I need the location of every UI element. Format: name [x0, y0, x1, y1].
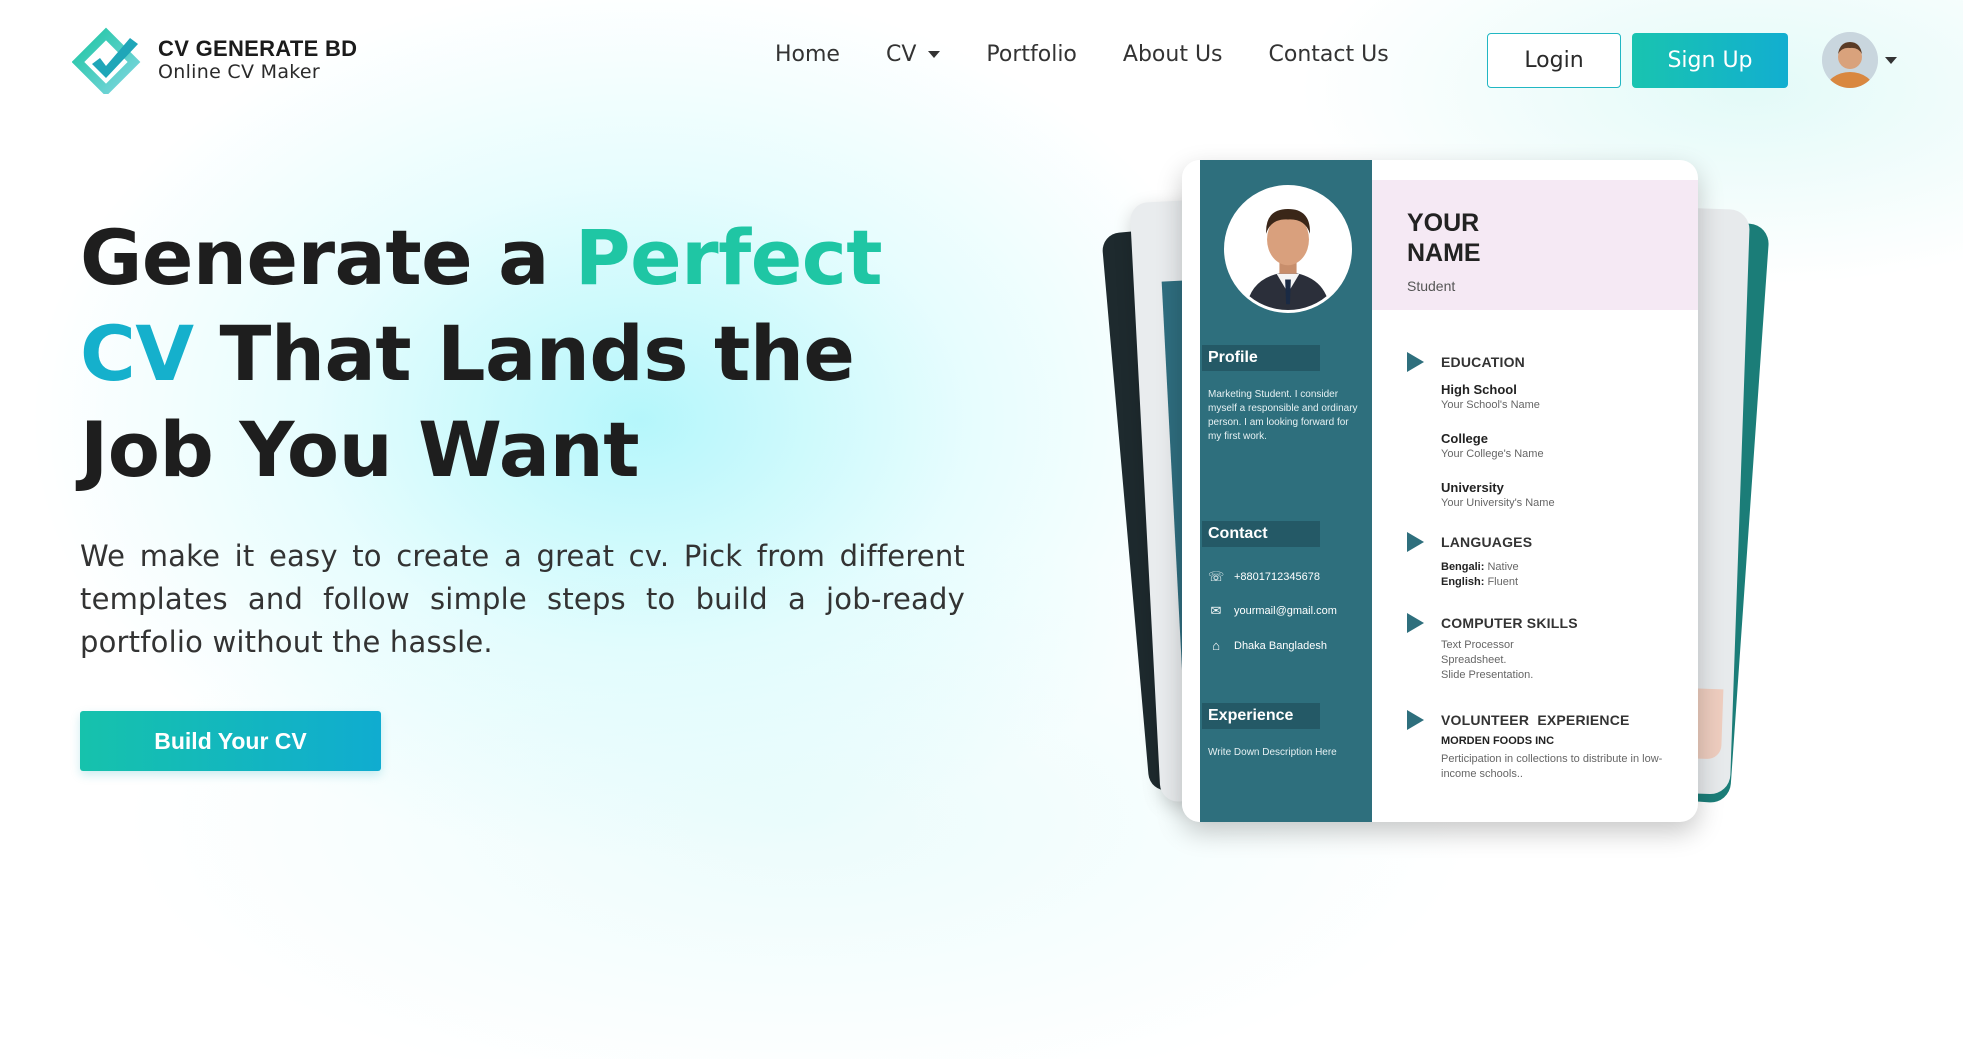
- cv-skill-item: Spreadsheet.: [1441, 654, 1507, 666]
- nav-about-us[interactable]: About Us: [1123, 42, 1223, 67]
- mail-icon: ✉: [1210, 603, 1222, 618]
- cv-arrow-icon: [1407, 613, 1424, 633]
- cv-arrow-icon: [1407, 710, 1424, 730]
- brand-subtitle: Online CV Maker: [158, 61, 320, 83]
- hero-title: Generate a Perfect CV That Lands the Job …: [80, 210, 960, 498]
- brand[interactable]: CV GENERATE BD Online CV Maker: [72, 26, 357, 94]
- cv-contact-heading: Contact: [1202, 521, 1320, 547]
- hero-title-part2: That Lands the Job You Want: [80, 309, 855, 494]
- login-button[interactable]: Login: [1487, 33, 1621, 88]
- home-icon: ⌂: [1212, 638, 1220, 653]
- phone-icon: ☏: [1208, 569, 1225, 584]
- user-menu[interactable]: [1822, 32, 1897, 88]
- hero-description: We make it easy to create a great cv. Pi…: [80, 539, 965, 659]
- cv-experience-text: Write Down Description Here: [1208, 747, 1337, 758]
- cv-address-text: Dhaka Bangladesh: [1234, 640, 1327, 652]
- cv-profile-photo: [1224, 185, 1352, 313]
- cv-languages-heading: LANGUAGES: [1441, 534, 1533, 550]
- user-avatar: [1822, 32, 1878, 88]
- cv-name: YOUR NAME: [1407, 208, 1481, 268]
- cv-language-level: Native: [1487, 561, 1519, 573]
- cv-preview-mockup: YOUR NAME Student Profile Marketing Stud…: [1101, 160, 1770, 840]
- cv-language-name: Bengali:: [1441, 561, 1485, 573]
- cv-edu-level: University: [1441, 480, 1504, 495]
- cv-arrow-icon: [1407, 532, 1424, 552]
- cv-education-heading: EDUCATION: [1441, 354, 1525, 370]
- cv-sidebar-margin: [1182, 160, 1200, 822]
- cv-contact-phone: ☏ +8801712345678: [1208, 570, 1320, 584]
- signup-button[interactable]: Sign Up: [1632, 33, 1788, 88]
- cv-skill-item: Text Processor: [1441, 639, 1514, 651]
- hero-title-highlight-cv: CV: [80, 309, 194, 398]
- cv-email-text: yourmail@gmail.com: [1234, 605, 1337, 617]
- cv-name-line2: NAME: [1407, 239, 1481, 267]
- cv-front-card: YOUR NAME Student Profile Marketing Stud…: [1182, 160, 1698, 822]
- cv-phone-text: +8801712345678: [1234, 571, 1320, 583]
- cv-volunteer-text: Perticipation in collections to distribu…: [1441, 753, 1663, 780]
- cv-edu-level: High School: [1441, 382, 1517, 397]
- nav-contact-us[interactable]: Contact Us: [1269, 42, 1389, 67]
- hero-title-part1: Generate a: [80, 213, 575, 302]
- cv-language-row: English: Fluent: [1441, 575, 1681, 590]
- brand-title: CV GENERATE BD: [158, 36, 358, 61]
- cv-language-row: Bengali: Native: [1441, 560, 1681, 575]
- cv-arrow-icon: [1407, 352, 1424, 372]
- nav-cv-dropdown[interactable]: CV: [885, 42, 941, 67]
- chevron-down-icon: [1885, 56, 1897, 64]
- cv-role: Student: [1407, 278, 1456, 294]
- cv-language-level: Fluent: [1487, 576, 1519, 588]
- cv-profile-text: Marketing Student. I consider myself a r…: [1208, 389, 1358, 442]
- chevron-down-icon: [928, 51, 941, 58]
- navbar: CV GENERATE BD Online CV Maker Home CV P…: [0, 0, 1963, 118]
- cv-profile-heading: Profile: [1202, 345, 1320, 371]
- hero-title-highlight-perfect: Perfect: [574, 213, 883, 302]
- cv-edu-name: Your College's Name: [1441, 448, 1544, 460]
- cv-language-name: English:: [1441, 576, 1485, 588]
- cv-edu-name: Your University's Name: [1441, 497, 1555, 509]
- nav-home[interactable]: Home: [775, 42, 840, 67]
- build-your-cv-button[interactable]: Build Your CV: [80, 711, 381, 771]
- nav-portfolio[interactable]: Portfolio: [986, 42, 1077, 67]
- cv-volunteer-heading: VOLUNTEER EXPERIENCE: [1441, 712, 1630, 728]
- cv-contact-email: ✉ yourmail@gmail.com: [1208, 604, 1337, 618]
- nav-cv-label: CV: [885, 42, 917, 67]
- cv-edu-level: College: [1441, 431, 1488, 446]
- cv-experience-heading: Experience: [1202, 703, 1320, 729]
- nav-links: Home CV Portfolio About Us Contact Us: [775, 42, 1435, 67]
- cv-volunteer-org: MORDEN FOODS INC: [1441, 735, 1555, 747]
- cv-edu-name: Your School's Name: [1441, 399, 1540, 411]
- cv-skills-heading: COMPUTER SKILLS: [1441, 615, 1578, 631]
- cv-skill-item: Slide Presentation.: [1441, 669, 1534, 681]
- cv-name-line1: YOUR: [1407, 209, 1480, 237]
- cv-generate-logo-icon: [72, 27, 141, 94]
- cv-contact-address: ⌂ Dhaka Bangladesh: [1208, 639, 1327, 653]
